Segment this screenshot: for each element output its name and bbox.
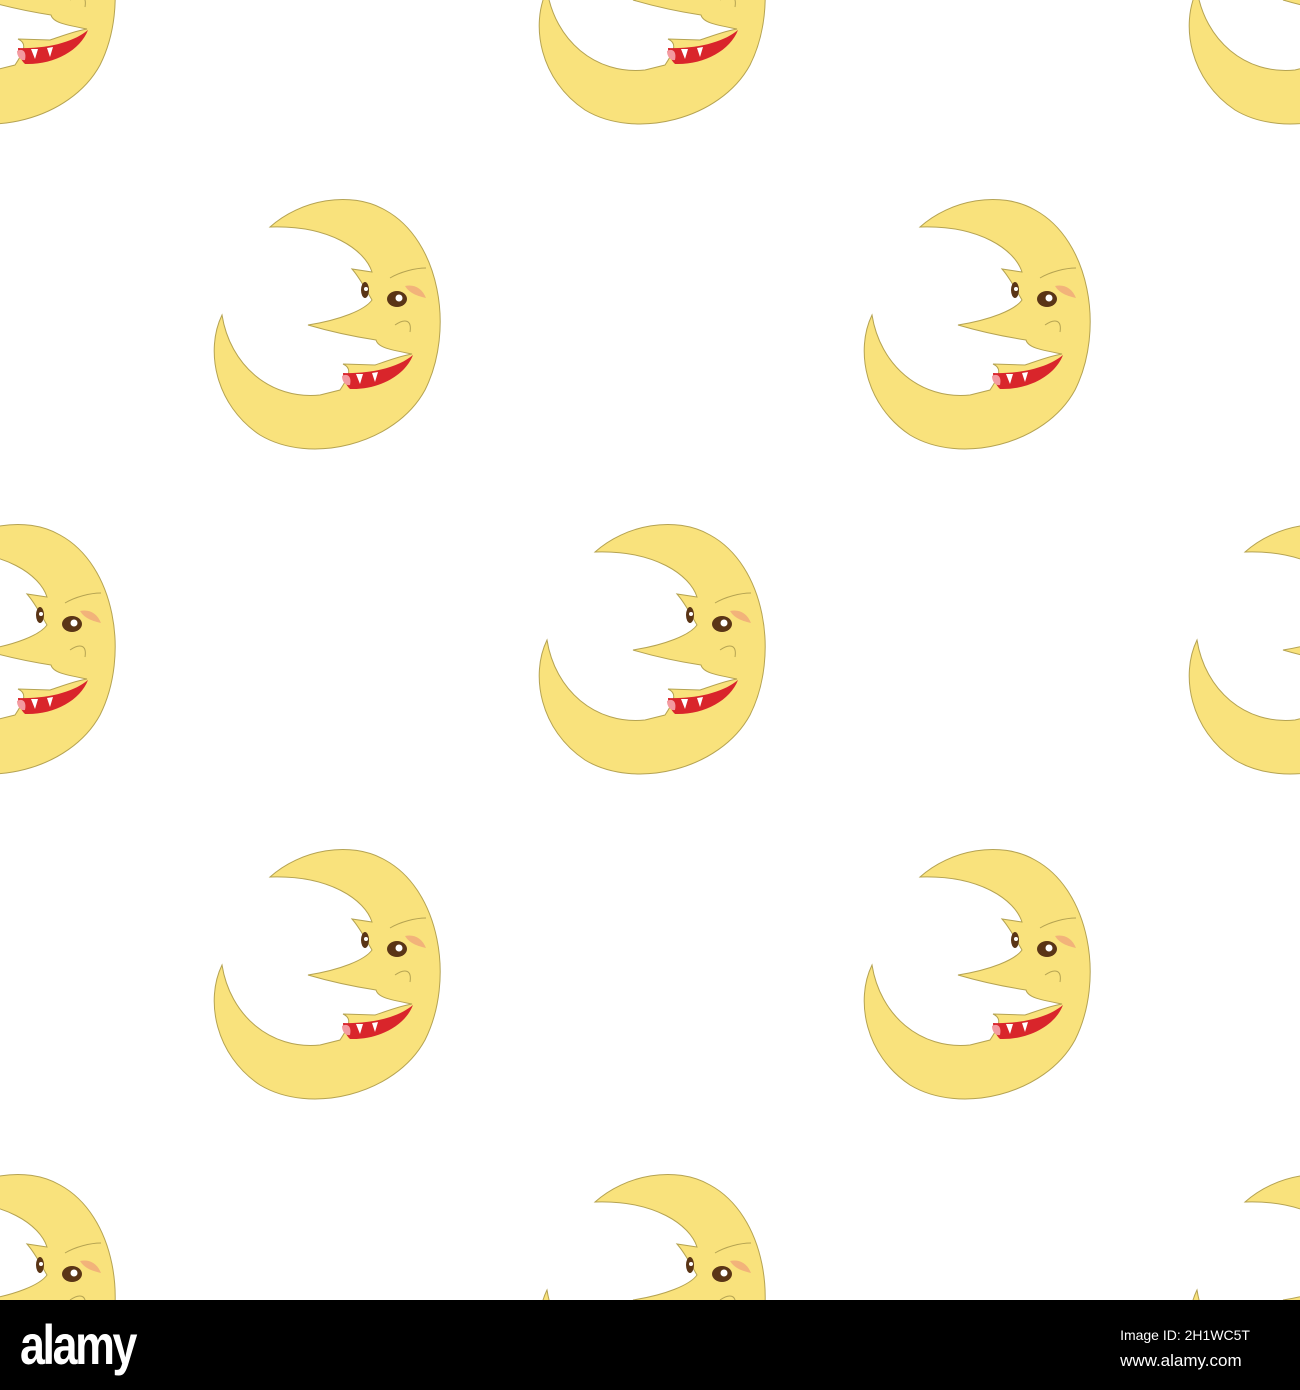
crescent-moon-face xyxy=(213,198,441,450)
crescent-moon-face xyxy=(538,0,766,125)
image-meta: Image ID: 2H1WC5T www.alamy.com xyxy=(1120,1322,1250,1374)
crescent-moon-face xyxy=(0,523,116,775)
crescent-moon-face xyxy=(863,198,1091,450)
crescent-moon-face xyxy=(213,848,441,1100)
crescent-moon-face xyxy=(538,523,766,775)
crescent-moon-face xyxy=(0,0,116,125)
watermark-footer: alamy Image ID: 2H1WC5T www.alamy.com xyxy=(0,1300,1300,1390)
image-id: Image ID: 2H1WC5T xyxy=(1120,1327,1250,1343)
moon-pattern xyxy=(0,0,1300,1300)
crescent-moon-face xyxy=(1188,523,1300,775)
site-url: www.alamy.com xyxy=(1120,1351,1242,1370)
crescent-moon-face xyxy=(0,1173,116,1300)
crescent-moon-face xyxy=(538,1173,766,1300)
crescent-moon-face xyxy=(863,848,1091,1100)
crescent-moon-face xyxy=(1188,0,1300,125)
alamy-logo: alamy xyxy=(20,1313,137,1376)
crescent-moon-face xyxy=(1188,1173,1300,1300)
